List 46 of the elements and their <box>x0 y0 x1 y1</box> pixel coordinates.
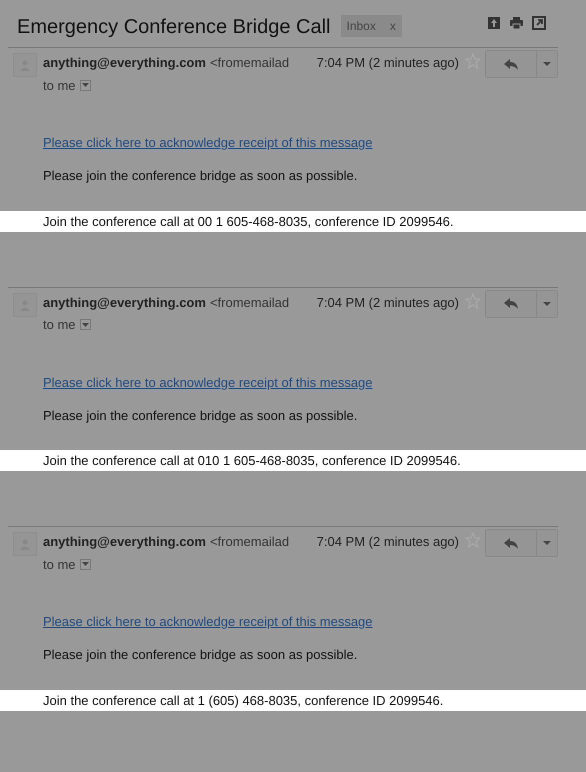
reply-icon[interactable] <box>504 298 518 309</box>
sender-name: anything@everything.com <box>43 294 206 312</box>
more-actions-button[interactable] <box>536 290 557 316</box>
caret-icon[interactable] <box>82 83 89 88</box>
message-time: 7:04 PM (2 minutes ago) <box>316 294 459 312</box>
sender-name: anything@everything.com <box>43 54 206 72</box>
caret-icon[interactable] <box>82 562 89 566</box>
reply-button[interactable] <box>486 290 536 316</box>
recipient-text: to me <box>43 556 76 574</box>
caret-icon[interactable] <box>543 62 551 66</box>
caret-icon[interactable] <box>82 322 89 327</box>
reply-button[interactable] <box>486 51 536 77</box>
sender-address: <fromemailad <box>210 294 290 312</box>
highlighted-text: Join the conference call at 00 1 605-468-8035, conference ID 2099546. <box>0 210 586 232</box>
reply-button[interactable] <box>486 530 536 556</box>
sender-address: <fromemailad <box>210 533 290 551</box>
details-dropdown[interactable] <box>80 558 91 570</box>
message-body: Please join the conference bridge as soon as possible. <box>43 406 358 425</box>
print-icon[interactable] <box>509 16 524 30</box>
recipient-text: to me <box>43 316 76 334</box>
sender-address: <fromemailad <box>210 54 290 72</box>
recipient-text: to me <box>43 76 76 94</box>
message-time: 7:04 PM (2 minutes ago) <box>316 533 459 551</box>
sender-name: anything@everything.com <box>43 533 206 551</box>
highlighted-text: Join the conference call at 1 (605) 468-8035, conference ID 2099546. <box>0 690 586 710</box>
acknowledge-link[interactable]: Please click here to acknowledge receipt of this message <box>43 133 373 152</box>
email-subject: Emergency Conference Bridge Call <box>17 15 330 40</box>
label-text: Inbox <box>346 18 376 35</box>
reply-icon[interactable] <box>504 538 518 548</box>
more-actions-button[interactable] <box>536 530 557 556</box>
highlighted-text: Join the conference call at 010 1 605-468-8035, conference ID 2099546. <box>0 450 586 471</box>
caret-icon[interactable] <box>543 302 551 306</box>
message-time: 7:04 PM (2 minutes ago) <box>316 54 459 72</box>
new-window-icon[interactable] <box>532 16 546 30</box>
label-chip[interactable]: Inbox x <box>340 15 402 37</box>
message-body: Please join the conference bridge as soon as possible. <box>43 167 358 185</box>
remove-label-button[interactable]: x <box>390 17 396 35</box>
message-body: Please join the conference bridge as soon as possible. <box>43 646 358 664</box>
archive-icon[interactable] <box>487 16 501 30</box>
reply-icon[interactable] <box>504 58 518 70</box>
caret-icon[interactable] <box>543 541 551 545</box>
details-dropdown[interactable] <box>80 80 91 91</box>
acknowledge-link[interactable]: Please click here to acknowledge receipt of this message <box>43 612 373 632</box>
details-dropdown[interactable] <box>80 319 91 330</box>
acknowledge-link[interactable]: Please click here to acknowledge receipt of this message <box>43 372 373 392</box>
more-actions-button[interactable] <box>536 51 557 77</box>
